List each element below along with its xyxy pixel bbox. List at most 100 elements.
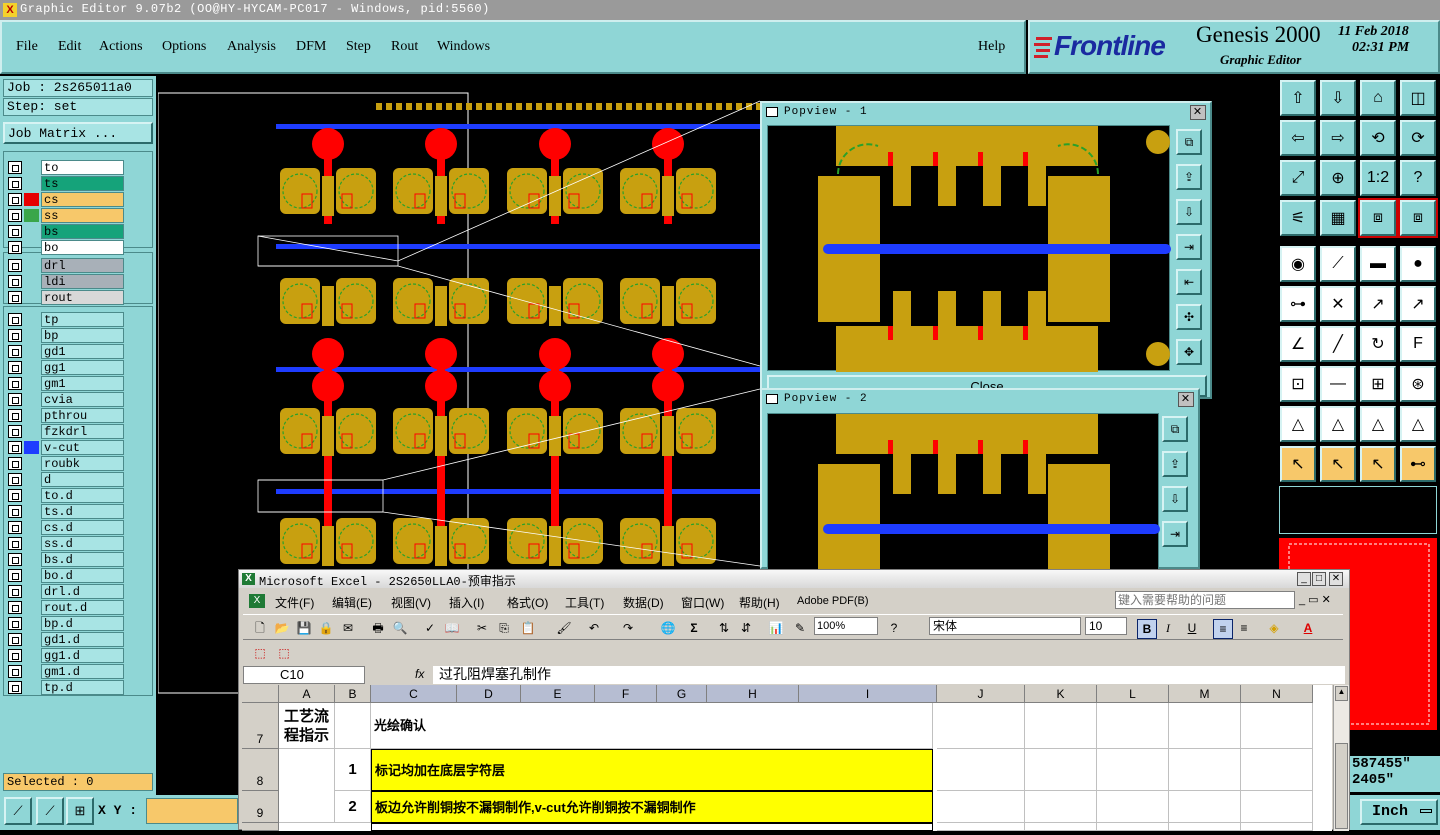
- copy-view-icon[interactable]: ⇩: [1176, 199, 1202, 225]
- pan-left-icon[interactable]: ⇦: [1280, 120, 1316, 156]
- layer-row-bs[interactable]: bs: [8, 224, 124, 239]
- layer-checkbox[interactable]: [8, 361, 22, 374]
- print-icon[interactable]: 🖶: [369, 619, 387, 637]
- cell-k8[interactable]: [1025, 749, 1097, 791]
- sort-descending-icon[interactable]: ⇵: [737, 619, 755, 637]
- layer-checkbox[interactable]: [8, 241, 22, 254]
- menu-step[interactable]: Step: [346, 39, 371, 55]
- cell-c9[interactable]: 板边允许削铜按不漏铜制作,v-cut允许削铜按不漏铜制作: [371, 791, 933, 823]
- align-center-icon[interactable]: ≡: [1235, 619, 1253, 637]
- column-header-j[interactable]: J: [937, 685, 1025, 703]
- layer-checkbox[interactable]: [8, 313, 22, 326]
- maximize-icon[interactable]: □: [1312, 572, 1326, 586]
- layer-name[interactable]: ts.d: [41, 504, 124, 519]
- close-icon[interactable]: ✕: [1329, 572, 1343, 586]
- layer-row-tp[interactable]: tp: [8, 312, 124, 327]
- layer-row-pthrou[interactable]: pthrou: [8, 408, 124, 423]
- layer-name[interactable]: drl.d: [41, 584, 124, 599]
- cell-j8[interactable]: [937, 749, 1025, 791]
- bold-button[interactable]: B: [1137, 619, 1157, 639]
- center-icon[interactable]: ✥: [1176, 339, 1202, 365]
- layer-row-d[interactable]: d: [8, 472, 124, 487]
- excel-menu-help[interactable]: 帮助(H): [739, 594, 780, 611]
- cell-l8[interactable]: [1097, 749, 1169, 791]
- layer-row-fzkdrl[interactable]: fzkdrl: [8, 424, 124, 439]
- layer-checkbox[interactable]: [8, 259, 22, 272]
- drawing-icon[interactable]: ✎: [791, 619, 809, 637]
- layer-name[interactable]: rout: [41, 290, 124, 305]
- layer-name[interactable]: bp: [41, 328, 124, 343]
- underline-button[interactable]: U: [1183, 619, 1201, 637]
- layer-color-swatch[interactable]: [24, 345, 39, 358]
- menu-analysis[interactable]: Analysis: [227, 39, 276, 55]
- cell-n7[interactable]: [1241, 703, 1313, 749]
- layer-name[interactable]: gg1.d: [41, 648, 124, 663]
- layer-name[interactable]: cs.d: [41, 520, 124, 535]
- pan-in-icon[interactable]: ⇥: [1162, 521, 1188, 547]
- move-pad-icon[interactable]: ↗: [1360, 286, 1396, 322]
- cell-c8[interactable]: 标记均加在底层字符层: [371, 749, 933, 791]
- pan-right-icon[interactable]: ⇨: [1320, 120, 1356, 156]
- layer-color-swatch[interactable]: [24, 585, 39, 598]
- copy-pad-icon[interactable]: ↗: [1400, 286, 1436, 322]
- group-icon[interactable]: ⊛: [1400, 366, 1436, 402]
- layer-row-roubk[interactable]: roubk: [8, 456, 124, 471]
- select-lasso-icon[interactable]: ↖: [1360, 446, 1396, 482]
- column-header-e[interactable]: E: [521, 685, 595, 703]
- layer-row-cs-d[interactable]: cs.d: [8, 520, 124, 535]
- query-icon[interactable]: ?: [1400, 160, 1436, 196]
- menu-options[interactable]: Options: [162, 39, 206, 55]
- menu-file[interactable]: File: [16, 39, 38, 55]
- email-icon[interactable]: ✉: [339, 619, 357, 637]
- layer-name[interactable]: roubk: [41, 456, 124, 471]
- layer-row-gg1-d[interactable]: gg1.d: [8, 648, 124, 663]
- add-feature-icon[interactable]: ◉: [1280, 246, 1316, 282]
- zoom-select[interactable]: 100%: [814, 617, 878, 635]
- layer-checkbox[interactable]: [8, 377, 22, 390]
- fit-screen-icon[interactable]: ⤢: [1280, 160, 1316, 196]
- select-box-icon[interactable]: ↖: [1320, 446, 1356, 482]
- snap-intersect-icon[interactable]: ⟋: [36, 797, 64, 825]
- angle-icon[interactable]: ∠: [1280, 326, 1316, 362]
- cell-c7[interactable]: 光绘确认: [371, 703, 933, 749]
- popview-2-close-icon[interactable]: ✕: [1178, 392, 1194, 407]
- format-painter-icon[interactable]: 🖌: [555, 619, 573, 637]
- pdf-email-icon[interactable]: ⬚: [275, 644, 293, 662]
- column-header-f[interactable]: F: [595, 685, 657, 703]
- layer-color-swatch[interactable]: [24, 291, 39, 304]
- zoom-to-fit-icon[interactable]: ⧉: [1176, 129, 1202, 155]
- column-header-i[interactable]: I: [799, 685, 937, 703]
- redo-icon[interactable]: ↷: [619, 619, 637, 637]
- menu-help[interactable]: Help: [978, 39, 1005, 55]
- window-split-icon[interactable]: ◫: [1400, 80, 1436, 116]
- undo-zoom-icon[interactable]: ⟲: [1360, 120, 1396, 156]
- column-header-g[interactable]: G: [657, 685, 707, 703]
- layer-name[interactable]: tp.d: [41, 680, 124, 695]
- triangle-icon[interactable]: △: [1280, 406, 1316, 442]
- layer-row-rout-d[interactable]: rout.d: [8, 600, 124, 615]
- triangle-bar-icon[interactable]: △: [1360, 406, 1396, 442]
- select-net-icon[interactable]: ⊷: [1400, 446, 1436, 482]
- measure-icon[interactable]: ⚟: [1280, 200, 1316, 236]
- copy-icon[interactable]: ⎘: [495, 619, 513, 637]
- layer-color-swatch[interactable]: [24, 569, 39, 582]
- cut-icon[interactable]: ✂: [473, 619, 491, 637]
- layer-color-swatch[interactable]: [24, 409, 39, 422]
- column-header-m[interactable]: M: [1169, 685, 1241, 703]
- scroll-thumb[interactable]: [1335, 743, 1348, 829]
- column-header-a[interactable]: A: [279, 685, 335, 703]
- layer-row-ldi[interactable]: ldi: [8, 274, 124, 289]
- layer-name[interactable]: d: [41, 472, 124, 487]
- row-header-7[interactable]: 7: [242, 703, 279, 749]
- snapshot-icon[interactable]: ⇪: [1162, 451, 1188, 477]
- layer-color-swatch[interactable]: [24, 425, 39, 438]
- excel-menu-adobe-pdf[interactable]: Adobe PDF(B): [797, 595, 869, 607]
- layer-name[interactable]: to.d: [41, 488, 124, 503]
- layer-name[interactable]: cs: [41, 192, 124, 207]
- layer-name[interactable]: ts: [41, 176, 124, 191]
- select-all-corner[interactable]: [242, 685, 279, 703]
- layer-color-swatch[interactable]: [24, 489, 39, 502]
- layer-color-swatch[interactable]: [24, 377, 39, 390]
- paste-icon[interactable]: 📋: [519, 619, 537, 637]
- layer-checkbox[interactable]: [8, 409, 22, 422]
